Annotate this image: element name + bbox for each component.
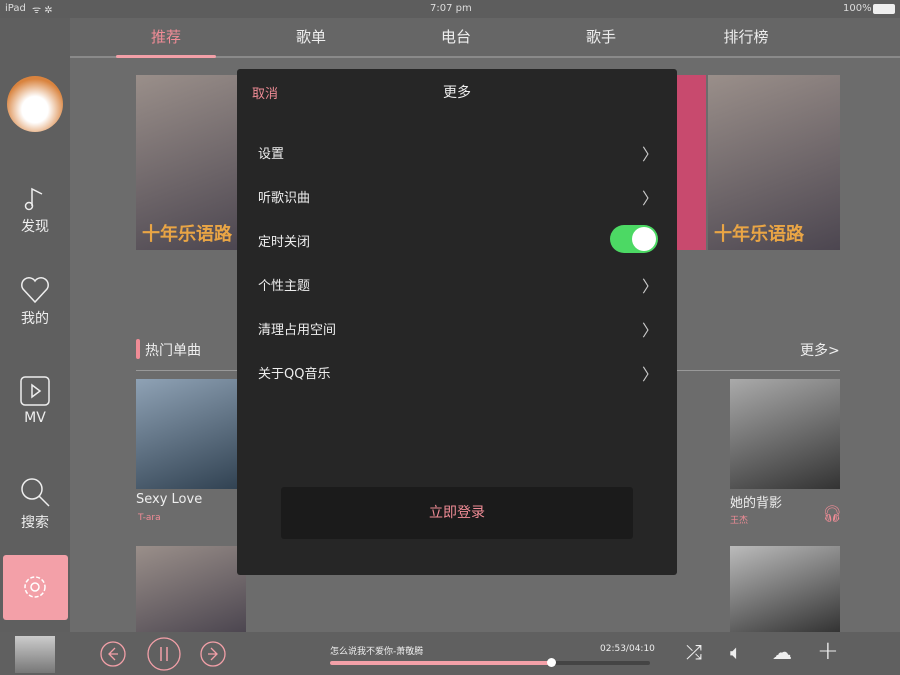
track-time: 02:53/04:10 [600, 644, 655, 654]
sidebar-item-search[interactable]: 搜索 [0, 476, 70, 532]
now-playing-cover[interactable] [15, 636, 55, 673]
tab-recommend[interactable]: 推荐 [116, 26, 216, 47]
heart-icon [21, 277, 49, 304]
avatar[interactable] [7, 76, 63, 132]
status-bar: iPad ᯤ ✲ 7:07 pm 100% [0, 0, 900, 18]
chevron-right-icon: 〉 [641, 321, 658, 340]
progress-slider[interactable] [330, 658, 650, 667]
device-label: iPad [5, 3, 26, 14]
section-marker [136, 339, 140, 359]
tab-playlists[interactable]: 歌单 [261, 26, 361, 47]
next-icon[interactable] [200, 641, 226, 667]
battery-label: 100% [843, 3, 872, 14]
sidebar: 发现 我的 MV 搜索 [0, 18, 70, 632]
play-box-icon [20, 376, 50, 406]
battery-icon [873, 4, 895, 14]
headphones-icon[interactable]: 🎧︎ [822, 504, 842, 523]
song-cover[interactable] [730, 379, 840, 489]
tab-radio[interactable]: 电台 [406, 26, 506, 47]
wifi-icon: ᯤ ✲ [32, 5, 53, 16]
volume-icon[interactable]: 🔈︎ [730, 640, 742, 664]
chevron-right-icon: 〉 [641, 145, 658, 164]
section-title: 热门单曲 [145, 343, 201, 359]
download-cloud-icon[interactable]: ☁︎ [772, 640, 792, 664]
more-dialog: 取消 更多 设置〉 听歌识曲〉 定时关闭 个性主题〉 清理占用空间〉 关于QQ音… [237, 69, 677, 575]
menu-item-about[interactable]: 关于QQ音乐〉 [258, 363, 658, 384]
sidebar-label: 搜索 [21, 515, 49, 531]
tab-charts[interactable]: 排行榜 [696, 26, 796, 47]
sidebar-label: 我的 [21, 311, 49, 327]
sidebar-label: 发现 [21, 219, 49, 235]
gear-icon [24, 576, 46, 598]
shuffle-icon[interactable]: ⤮ [686, 640, 702, 664]
banner-cover[interactable]: 十年乐语路 [136, 75, 242, 250]
menu-item-clear-storage[interactable]: 清理占用空间〉 [258, 319, 658, 340]
track-name: 怎么说我不爱你-萧敬腾 [330, 647, 424, 657]
player-bar: 怎么说我不爱你-萧敬腾 02:53/04:10 ⤮ 🔈︎ ☁︎ + [0, 632, 900, 675]
song-cover[interactable] [136, 546, 246, 632]
song-cover[interactable] [730, 546, 840, 632]
song-artist: 王杰 [730, 516, 749, 526]
menu-item-song-recognition[interactable]: 听歌识曲〉 [258, 187, 658, 208]
music-note-icon [24, 187, 43, 211]
chevron-right-icon: 〉 [641, 365, 658, 384]
add-icon[interactable]: + [817, 636, 839, 666]
dialog-title: 更多 [443, 85, 471, 101]
sleep-timer-toggle[interactable] [610, 225, 658, 253]
song-artist: T-ara [138, 513, 161, 523]
sidebar-item-mv[interactable]: MV [0, 376, 70, 426]
sidebar-item-settings[interactable] [3, 555, 68, 620]
clock: 7:07 pm [430, 3, 472, 14]
song-title: 她的背影 [730, 496, 783, 511]
pause-icon[interactable] [147, 637, 181, 671]
sidebar-label: MV [24, 410, 46, 426]
top-tabs: 推荐 歌单 电台 歌手 排行榜 [70, 18, 900, 58]
banner-cover[interactable]: 十年乐语路 [708, 75, 840, 250]
tab-singers[interactable]: 歌手 [551, 26, 651, 47]
more-link[interactable]: 更多> [800, 340, 840, 360]
menu-item-settings[interactable]: 设置〉 [258, 143, 658, 164]
song-cover[interactable] [136, 379, 246, 489]
menu-item-sleep-timer: 定时关闭 [258, 225, 658, 253]
banner-cover[interactable] [676, 75, 706, 250]
login-button[interactable]: 立即登录 [281, 487, 633, 539]
search-icon [21, 478, 50, 507]
tab-indicator [116, 55, 216, 58]
sidebar-item-mine[interactable]: 我的 [0, 276, 70, 328]
sidebar-item-discover[interactable]: 发现 [0, 186, 70, 236]
chevron-right-icon: 〉 [641, 189, 658, 208]
song-title: Sexy Love [136, 492, 203, 507]
chevron-right-icon: 〉 [641, 277, 658, 296]
previous-icon[interactable] [100, 641, 126, 667]
menu-item-theme[interactable]: 个性主题〉 [258, 275, 658, 296]
